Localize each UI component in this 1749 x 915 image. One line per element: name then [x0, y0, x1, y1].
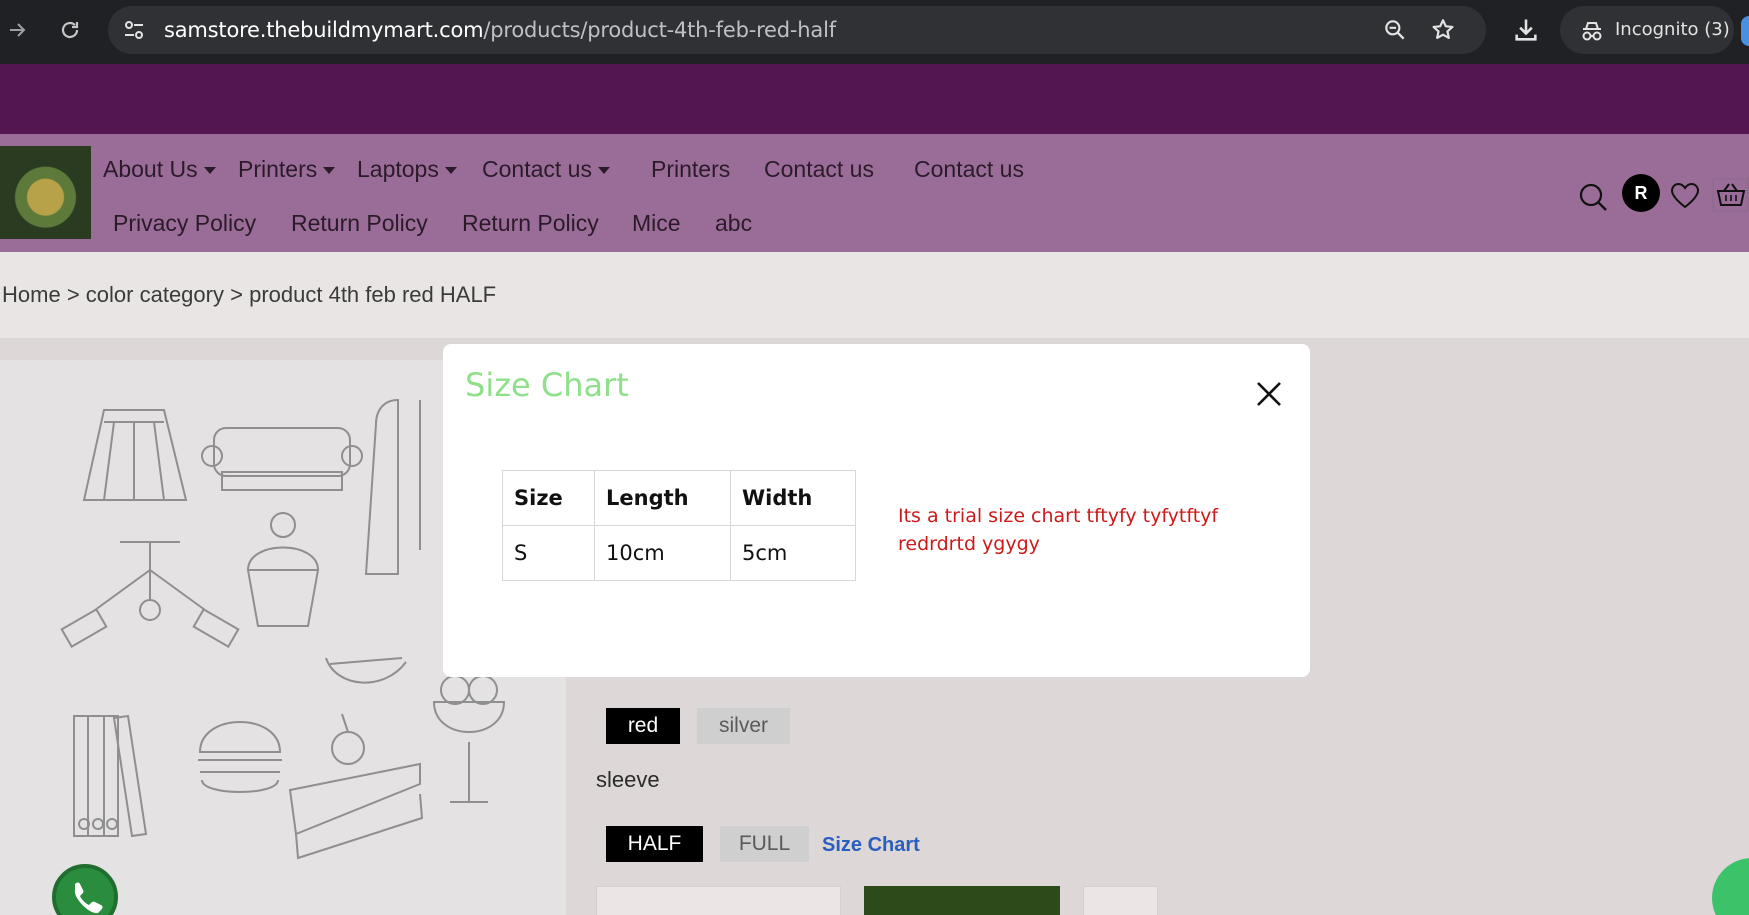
quantity-selector[interactable]: [596, 886, 841, 915]
breadcrumb-separator: >: [66, 282, 80, 307]
nav-contact-us-2[interactable]: Contact us: [914, 156, 1024, 183]
phone-icon: [74, 882, 103, 914]
nav-label: abc: [715, 210, 753, 236]
breadcrumb-current: product 4th feb red HALF: [249, 282, 497, 307]
site-logo[interactable]: [0, 146, 91, 239]
heart-icon[interactable]: [1670, 182, 1700, 210]
nav-contact-us-dropdown[interactable]: Contact us: [482, 156, 610, 183]
wishlist-button[interactable]: [1083, 886, 1158, 915]
nav-mice[interactable]: Mice: [632, 210, 681, 237]
incognito-icon: [1582, 22, 1602, 41]
bookmark-star-icon[interactable]: [1430, 17, 1456, 43]
nav-printers[interactable]: Printers: [651, 156, 730, 183]
promo-bar: [0, 64, 1749, 134]
nav-abc[interactable]: abc: [715, 210, 752, 237]
profile-edge[interactable]: [1741, 16, 1749, 46]
sleeve-option-half[interactable]: HALF: [606, 826, 703, 862]
forward-icon[interactable]: [2, 14, 34, 46]
breadcrumb-separator: >: [230, 282, 243, 307]
size-chart-note: Its a trial size chart tftyfy tyfytftyf …: [898, 505, 1219, 555]
table-cell: S: [502, 525, 595, 581]
nav-privacy-policy[interactable]: Privacy Policy: [113, 210, 256, 237]
nav-label: Return Policy: [291, 210, 428, 236]
size-chart-link[interactable]: Size Chart: [822, 834, 920, 857]
nav-label: Printers: [651, 156, 731, 182]
browser-toolbar: samstore.thebuildmymart.com/products/pro…: [0, 0, 1749, 64]
table-header-width: Width: [730, 470, 856, 526]
table-cell: 5cm: [730, 525, 856, 581]
modal-title: Size Chart: [465, 366, 629, 404]
main-navbar: About Us Printers Laptops Contact us Pri…: [0, 134, 1749, 252]
url-text[interactable]: samstore.thebuildmymart.com/products/pro…: [164, 6, 836, 54]
size-chart-table: Size Length Width S 10cm 5cm: [502, 470, 856, 581]
download-icon[interactable]: [1512, 16, 1540, 44]
table-cell: 10cm: [594, 525, 731, 581]
nav-label: Contact us: [914, 156, 1024, 182]
nav-label: About Us: [103, 156, 198, 182]
breadcrumb: Home > color category > product 4th feb …: [2, 282, 496, 308]
nav-laptops[interactable]: Laptops: [357, 156, 457, 183]
nav-return-policy-1[interactable]: Return Policy: [291, 210, 428, 237]
zoom-icon[interactable]: [1382, 17, 1408, 43]
chevron-down-icon: [444, 167, 457, 175]
chevron-down-icon: [203, 167, 216, 175]
cart-basket-icon[interactable]: [1712, 178, 1749, 212]
avatar[interactable]: R: [1622, 174, 1660, 212]
url-host: samstore.thebuildmymart.com: [164, 18, 484, 42]
sleeve-label: sleeve: [596, 767, 660, 792]
size-chart-modal: Size Chart Size Length Width S 10cm 5cm …: [443, 344, 1310, 677]
add-to-cart-button[interactable]: [864, 886, 1060, 915]
site-settings-icon[interactable]: [122, 18, 146, 42]
nav-label: Return Policy: [462, 210, 599, 236]
chevron-down-icon: [323, 167, 336, 175]
incognito-label: Incognito (3): [1615, 19, 1730, 40]
table-row: S 10cm 5cm: [502, 525, 856, 581]
address-bar[interactable]: samstore.thebuildmymart.com/products/pro…: [108, 6, 1486, 54]
table-header-size: Size: [502, 470, 595, 526]
table-header-length: Length: [594, 470, 731, 526]
nav-label: Contact us: [764, 156, 874, 182]
sleeve-option-full[interactable]: FULL: [720, 826, 809, 862]
table-header-row: Size Length Width: [502, 470, 856, 526]
nav-label: Mice: [632, 210, 681, 236]
nav-label: Contact us: [482, 156, 592, 182]
nav-label: Printers: [238, 156, 318, 182]
reload-icon[interactable]: [54, 14, 86, 46]
color-option-silver[interactable]: silver: [697, 708, 790, 744]
incognito-badge[interactable]: Incognito (3): [1560, 6, 1734, 54]
breadcrumb-home[interactable]: Home: [2, 282, 61, 307]
nav-label: Privacy Policy: [113, 210, 257, 236]
breadcrumb-category[interactable]: color category: [86, 282, 224, 307]
chevron-down-icon: [597, 167, 610, 175]
whatsapp-button[interactable]: [52, 864, 118, 915]
close-icon[interactable]: [1255, 380, 1283, 408]
search-icon[interactable]: [1578, 182, 1608, 212]
nav-about-us[interactable]: About Us: [103, 156, 216, 183]
color-option-red[interactable]: red: [606, 708, 680, 744]
nav-printers-dropdown[interactable]: Printers: [238, 156, 336, 183]
nav-contact-us-1[interactable]: Contact us: [764, 156, 874, 183]
nav-label: Laptops: [357, 156, 439, 182]
nav-return-policy-2[interactable]: Return Policy: [462, 210, 599, 237]
url-path: /products/product-4th-feb-red-half: [483, 18, 836, 42]
